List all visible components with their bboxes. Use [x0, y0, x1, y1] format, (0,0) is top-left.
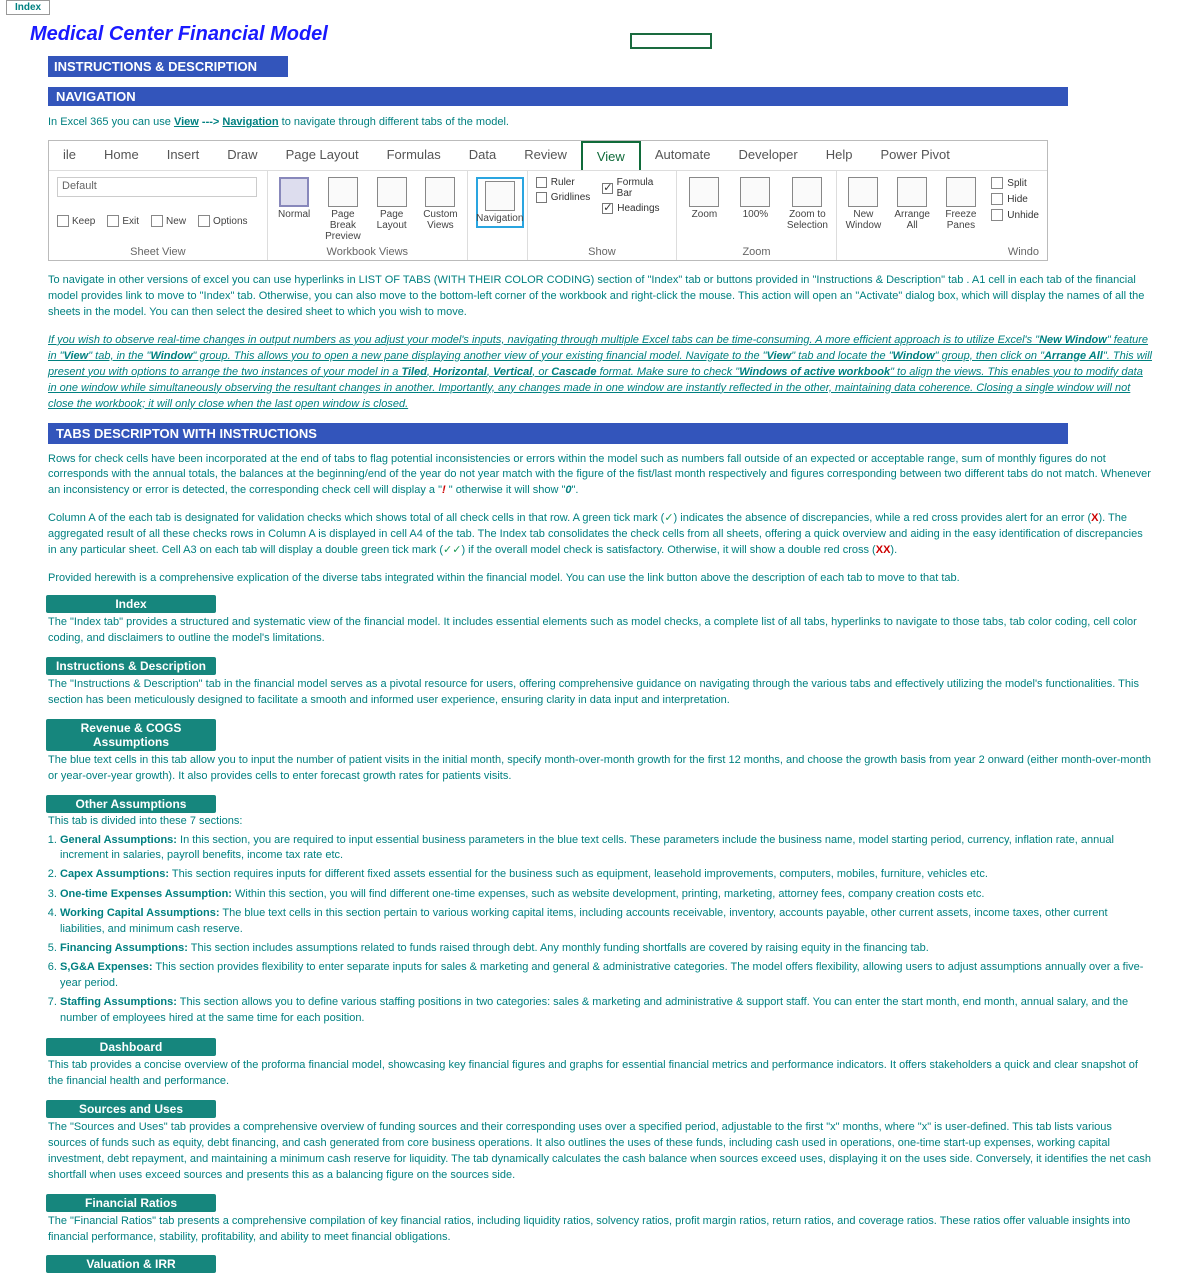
link-other-assumptions-button[interactable]: Other Assumptions: [46, 795, 216, 813]
desc-revenue: The blue text cells in this tab allow yo…: [0, 753, 1200, 789]
normal-view-icon: [279, 177, 309, 207]
navigation-hint: In Excel 365 you can use View ---> Navig…: [0, 112, 1200, 136]
arrange-all-icon: [897, 177, 927, 207]
list-item: S,G&A Expenses: This section provides fl…: [60, 958, 1152, 993]
link-revenue-cogs-button[interactable]: Revenue & COGS Assumptions: [46, 719, 216, 751]
section-instructions-heading: INSTRUCTIONS & DESCRIPTION: [48, 56, 288, 77]
link-sources-uses-button[interactable]: Sources and Uses: [46, 1100, 216, 1118]
link-financial-ratios-button[interactable]: Financial Ratios: [46, 1194, 216, 1212]
link-valuation-irr-button[interactable]: Valuation & IRR: [46, 1255, 216, 1273]
custom-views-icon: [425, 177, 455, 207]
list-item: Staffing Assumptions: This section allow…: [60, 993, 1152, 1028]
sheet-tab-index[interactable]: Index: [6, 0, 50, 15]
excel-ribbon-screenshot: ileHomeInsertDrawPage LayoutFormulasData…: [48, 140, 1048, 261]
check-rows-paragraph: Rows for check cells have been incorpora…: [0, 450, 1200, 502]
page-layout-icon: [377, 177, 407, 207]
link-index-button[interactable]: Index: [46, 595, 216, 613]
list-item: Financing Assumptions: This section incl…: [60, 939, 1152, 958]
navigation-paragraph: To navigate in other versions of excel y…: [0, 271, 1200, 323]
provided-link-paragraph: Provided herewith is a comprehensive exp…: [0, 569, 1200, 589]
other-intro: This tab is divided into these 7 section…: [0, 815, 1200, 829]
new-window-icon: [848, 177, 878, 207]
section-navigation-heading: NAVIGATION: [48, 87, 1068, 106]
list-item: Working Capital Assumptions: The blue te…: [60, 904, 1152, 939]
desc-financial-ratios: The "Financial Ratios" tab presents a co…: [0, 1214, 1200, 1250]
section-tabs-description-heading: TABS DESCRIPTON WITH INSTRUCTIONS: [48, 423, 1068, 444]
zoom-selection-icon: [792, 177, 822, 207]
desc-dashboard: This tab provides a concise overview of …: [0, 1058, 1200, 1094]
sheet-view-dropdown: Default: [57, 177, 257, 197]
zoom-icon: [689, 177, 719, 207]
new-window-tip: If you wish to observe real-time changes…: [0, 331, 1200, 415]
ribbon-menu-row: ileHomeInsertDrawPage LayoutFormulasData…: [49, 141, 1047, 171]
navigation-icon: [485, 181, 515, 211]
page-break-icon: [328, 177, 358, 207]
list-item: One-time Expenses Assumption: Within thi…: [60, 885, 1152, 904]
desc-index: The "Index tab" provides a structured an…: [0, 615, 1200, 651]
desc-instructions: The "Instructions & Description" tab in …: [0, 677, 1200, 713]
title-input-box[interactable]: [630, 33, 712, 49]
freeze-panes-icon: [946, 177, 976, 207]
other-assumptions-list: General Assumptions: In this section, yo…: [0, 829, 1200, 1032]
link-instructions-button[interactable]: Instructions & Description: [46, 657, 216, 675]
zoom-100-icon: [740, 177, 770, 207]
page-title: Medical Center Financial Model: [0, 15, 1200, 50]
list-item: General Assumptions: In this section, yo…: [60, 831, 1152, 866]
link-dashboard-button[interactable]: Dashboard: [46, 1038, 216, 1056]
column-a-paragraph: Column A of the each tab is designated f…: [0, 509, 1200, 561]
desc-sources-uses: The "Sources and Uses" tab provides a co…: [0, 1120, 1200, 1188]
list-item: Capex Assumptions: This section requires…: [60, 865, 1152, 884]
